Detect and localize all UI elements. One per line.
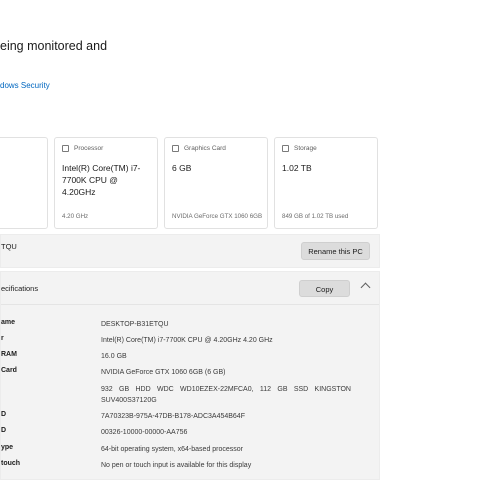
page-headline: eing monitored and: [0, 39, 108, 53]
processor-card-value: Intel(R) Core(TM) i7-7700K CPU @ 4.20GHz: [62, 163, 141, 197]
spec-value: 16.0 GB: [101, 353, 127, 360]
spec-value: No pen or touch input is available for t…: [101, 462, 252, 469]
card-partial: [0, 137, 48, 229]
storage-card-header: Storage: [282, 145, 317, 152]
processor-card: Processor Intel(R) Core(TM) i7-7700K CPU…: [54, 137, 158, 229]
spec-value: 932 GB HDD WDC WD10EZEX-22MFCA0, 112 GB …: [101, 386, 351, 404]
spec-value: 00326-10000-00000-AA756: [101, 429, 188, 436]
device-name-bar: TQU Rename this PC: [0, 234, 380, 268]
spec-label: r: [1, 335, 4, 342]
spec-label: touch: [1, 460, 21, 467]
spec-label: RAM: [1, 351, 17, 358]
graphics-card-label: Graphics Card: [184, 145, 226, 152]
storage-card-value: 1.02 TB: [282, 163, 312, 173]
storage-icon: [282, 145, 289, 152]
device-name-text: TQU: [1, 242, 17, 251]
spec-label: D: [1, 411, 7, 418]
spec-value: 64-bit operating system, x64-based proce…: [101, 446, 244, 453]
specifications-title: ecifications: [1, 284, 39, 293]
spec-value: DESKTOP-B31ETQU: [101, 321, 169, 328]
processor-card-footer: 4.20 GHz: [62, 213, 89, 220]
processor-card-header: Processor: [62, 145, 103, 152]
spec-value: Intel(R) Core(TM) i7-7700K CPU @ 4.20GHz…: [101, 337, 273, 344]
graphics-card-value: 6 GB: [172, 163, 192, 173]
device-specifications-panel: ecifications Copy ame DESKTOP-B31ETQU r …: [0, 271, 380, 480]
processor-icon: [62, 145, 69, 152]
specifications-header[interactable]: ecifications Copy: [1, 272, 379, 304]
spec-value: NVIDIA GeForce GTX 1060 6GB (6 GB): [101, 369, 226, 376]
storage-card-footer: 849 GB of 1.02 TB used: [282, 213, 349, 220]
rename-pc-button[interactable]: Rename this PC: [301, 242, 370, 260]
spec-label: ame: [1, 319, 16, 326]
chevron-up-icon[interactable]: [360, 282, 371, 293]
graphics-card: Graphics Card 6 GB NVIDIA GeForce GTX 10…: [164, 137, 268, 229]
spec-label: Card: [1, 367, 17, 374]
storage-card-label: Storage: [294, 145, 317, 152]
processor-card-label: Processor: [74, 145, 104, 152]
spec-label: D: [1, 427, 7, 434]
graphics-card-header: Graphics Card: [172, 145, 226, 152]
copy-button[interactable]: Copy: [299, 280, 350, 297]
windows-security-link[interactable]: dows Security: [0, 81, 50, 90]
graphics-card-icon: [172, 145, 179, 152]
spec-value: 7A70323B-975A-47DB-B178-ADC3A454B64F: [101, 413, 245, 420]
graphics-card-footer: NVIDIA GeForce GTX 1060 6GB: [172, 213, 263, 220]
divider: [1, 304, 379, 305]
storage-card: Storage 1.02 TB 849 GB of 1.02 TB used: [274, 137, 378, 229]
spec-label: ype: [1, 444, 14, 451]
